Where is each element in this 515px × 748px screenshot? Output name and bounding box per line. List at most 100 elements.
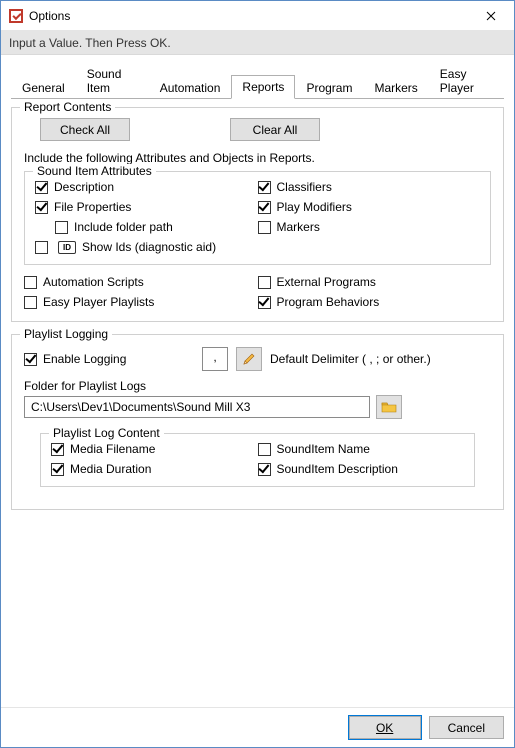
log-content-col-right: SoundItem Name SoundItem Description [258, 442, 465, 476]
chk-label: Include folder path [74, 220, 173, 234]
log-content-columns: Media Filename Media Duration SoundItem … [51, 442, 464, 476]
attr-columns: Description File Properties Include fold… [35, 180, 480, 254]
delimiter-input[interactable]: , [202, 347, 228, 371]
checkbox-icon [24, 276, 37, 289]
tab-general[interactable]: General [11, 76, 76, 99]
chk-label: SoundItem Name [277, 442, 370, 456]
chk-label: File Properties [54, 200, 131, 214]
checkbox-icon [24, 353, 37, 366]
chk-media-filename[interactable]: Media Filename [51, 442, 258, 456]
pencil-icon [242, 352, 256, 366]
checkbox-icon [258, 181, 271, 194]
chk-classifiers[interactable]: Classifiers [258, 180, 481, 194]
chk-easy-player-playlists[interactable]: Easy Player Playlists [24, 295, 258, 309]
legend-playlist-logging: Playlist Logging [20, 327, 112, 341]
chk-label: Description [54, 180, 114, 194]
ok-button[interactable]: OK [349, 716, 421, 739]
chk-show-ids[interactable]: ID Show Ids (diagnostic aid) [35, 240, 258, 254]
chk-label: Automation Scripts [43, 275, 144, 289]
legend-sound-item-attributes: Sound Item Attributes [33, 164, 156, 178]
clear-all-button[interactable]: Clear All [230, 118, 320, 141]
title-bar: Options [1, 1, 514, 31]
enable-logging-row: Enable Logging , Default Delimiter ( , ;… [24, 347, 491, 371]
chk-label: Show Ids (diagnostic aid) [82, 240, 216, 254]
chk-sounditem-name[interactable]: SoundItem Name [258, 442, 465, 456]
group-sound-item-attributes: Sound Item Attributes Description File P… [24, 171, 491, 265]
chk-label: Classifiers [277, 180, 332, 194]
checkbox-icon [258, 463, 271, 476]
attr-col-left: Description File Properties Include fold… [35, 180, 258, 254]
chk-program-behaviors[interactable]: Program Behaviors [258, 295, 492, 309]
objects-col-right: External Programs Program Behaviors [258, 275, 492, 309]
chk-sounditem-description[interactable]: SoundItem Description [258, 462, 465, 476]
objects-col-left: Automation Scripts Easy Player Playlists [24, 275, 258, 309]
tab-automation[interactable]: Automation [149, 76, 232, 99]
checkbox-icon [258, 443, 271, 456]
checkbox-icon [258, 201, 271, 214]
folder-label: Folder for Playlist Logs [24, 379, 491, 393]
folder-path-input[interactable]: C:\Users\Dev1\Documents\Sound Mill X3 [24, 396, 370, 418]
checkbox-icon [258, 296, 271, 309]
chk-label: External Programs [277, 275, 376, 289]
checkbox-icon [24, 296, 37, 309]
chk-external-programs[interactable]: External Programs [258, 275, 492, 289]
checkbox-icon [258, 221, 271, 234]
checkbox-icon [258, 276, 271, 289]
chk-include-folder-path[interactable]: Include folder path [55, 220, 258, 234]
tab-easy-player[interactable]: Easy Player [429, 62, 504, 99]
app-icon [9, 9, 23, 23]
info-bar: Input a Value. Then Press OK. [1, 31, 514, 55]
checkbox-icon [51, 463, 64, 476]
attr-col-right: Classifiers Play Modifiers Markers [258, 180, 481, 254]
chk-label: Media Duration [70, 462, 151, 476]
ok-label: OK [376, 721, 393, 735]
id-badge-icon: ID [58, 241, 76, 254]
cancel-button[interactable]: Cancel [429, 716, 504, 739]
chk-label: Easy Player Playlists [43, 295, 154, 309]
objects-columns: Automation Scripts Easy Player Playlists… [24, 275, 491, 309]
chk-automation-scripts[interactable]: Automation Scripts [24, 275, 258, 289]
checkbox-icon [51, 443, 64, 456]
chk-label: SoundItem Description [277, 462, 398, 476]
browse-folder-button[interactable] [376, 395, 402, 419]
tab-markers[interactable]: Markers [363, 76, 428, 99]
close-icon [486, 11, 496, 21]
chk-description[interactable]: Description [35, 180, 258, 194]
tab-strip: General Sound Item Automation Reports Pr… [11, 61, 504, 99]
folder-path-row: C:\Users\Dev1\Documents\Sound Mill X3 [24, 395, 491, 419]
chk-label: Enable Logging [43, 352, 126, 366]
folder-icon [381, 400, 397, 414]
dialog-button-bar: OK Cancel [1, 707, 514, 747]
legend-report-contents: Report Contents [20, 100, 115, 114]
content-area: General Sound Item Automation Reports Pr… [1, 55, 514, 707]
chk-label: Program Behaviors [277, 295, 380, 309]
default-delimiter-label: Default Delimiter ( , ; or other.) [270, 352, 431, 366]
close-button[interactable] [468, 1, 514, 31]
tab-reports[interactable]: Reports [231, 75, 295, 99]
tab-sound-item[interactable]: Sound Item [76, 62, 149, 99]
check-all-button[interactable]: Check All [40, 118, 130, 141]
log-content-col-left: Media Filename Media Duration [51, 442, 258, 476]
checkbox-icon [35, 201, 48, 214]
chk-media-duration[interactable]: Media Duration [51, 462, 258, 476]
edit-delimiter-button[interactable] [236, 347, 262, 371]
chk-enable-logging[interactable]: Enable Logging [24, 352, 194, 366]
chk-label: Play Modifiers [277, 200, 352, 214]
group-playlist-log-content: Playlist Log Content Media Filename Medi… [40, 433, 475, 487]
chk-file-properties[interactable]: File Properties [35, 200, 258, 214]
checkbox-icon [35, 241, 48, 254]
chk-markers[interactable]: Markers [258, 220, 481, 234]
check-clear-row: Check All Clear All [24, 118, 491, 141]
include-text: Include the following Attributes and Obj… [24, 151, 491, 165]
tab-program[interactable]: Program [295, 76, 363, 99]
group-playlist-logging: Playlist Logging Enable Logging , Defaul… [11, 334, 504, 510]
info-text: Input a Value. Then Press OK. [9, 36, 171, 50]
checkbox-icon [55, 221, 68, 234]
group-report-contents: Report Contents Check All Clear All Incl… [11, 107, 504, 322]
options-window: Options Input a Value. Then Press OK. Ge… [0, 0, 515, 748]
chk-label: Media Filename [70, 442, 155, 456]
chk-label: Markers [277, 220, 320, 234]
chk-play-modifiers[interactable]: Play Modifiers [258, 200, 481, 214]
window-title: Options [29, 9, 468, 23]
checkbox-icon [35, 181, 48, 194]
